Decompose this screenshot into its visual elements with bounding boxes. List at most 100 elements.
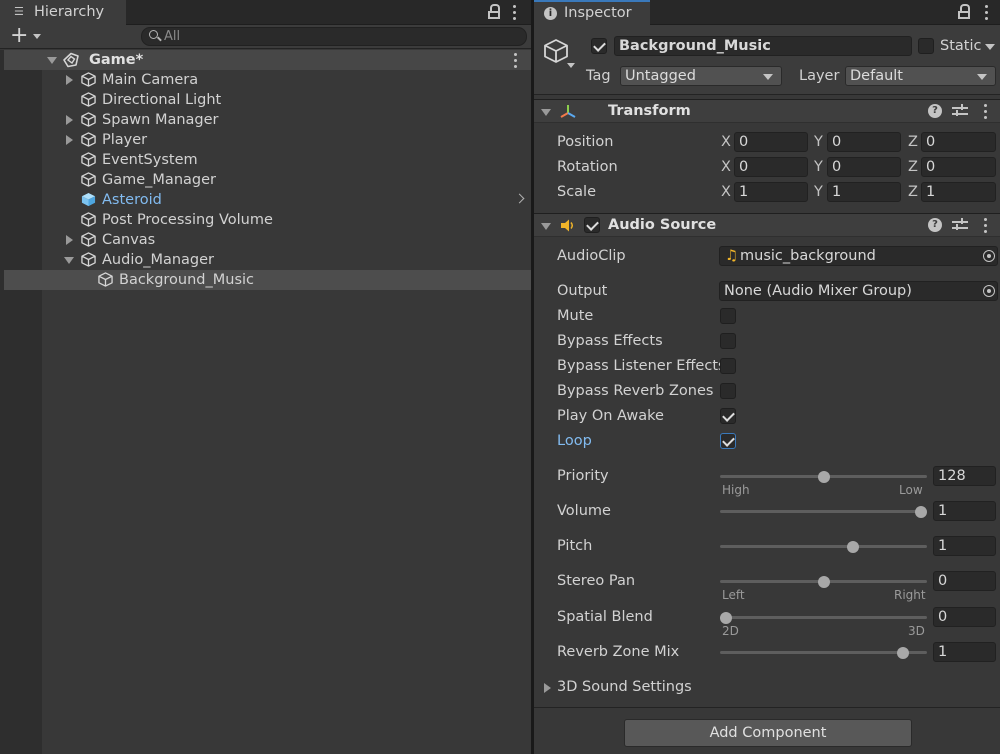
preset-sliders-icon[interactable] [952, 104, 968, 118]
transform-header[interactable]: Transform ? [534, 99, 1000, 123]
rotation-x-field[interactable]: 0 [734, 157, 808, 177]
spatial-blend-slider-track[interactable] [720, 616, 927, 619]
collapse-arrow-icon[interactable] [541, 109, 551, 116]
tab-hierarchy[interactable]: ☰ Hierarchy [0, 0, 126, 25]
output-label: Output [557, 283, 608, 299]
collapse-arrow-icon[interactable] [64, 257, 74, 264]
loop-checkbox[interactable] [720, 433, 736, 449]
chevron-down-icon[interactable] [567, 63, 575, 68]
expand-arrow-icon[interactable] [66, 115, 73, 125]
expand-arrow-icon[interactable] [66, 75, 73, 85]
pitch-value-field[interactable]: 1 [933, 536, 996, 556]
gameobject-cube-icon [81, 252, 96, 267]
scale-x-field[interactable]: 1 [734, 182, 808, 202]
spatial-blend-value-field[interactable]: 0 [933, 607, 996, 627]
hierarchy-item-main-camera[interactable]: Main Camera [4, 70, 531, 90]
hierarchy-menu-icon[interactable] [513, 4, 517, 20]
bypass-effects-checkbox[interactable] [720, 333, 736, 349]
scene-menu-icon[interactable] [514, 52, 518, 68]
create-button[interactable]: + [10, 25, 28, 47]
gameobject-name-field[interactable]: Background_Music [614, 36, 912, 56]
expand-arrow-icon[interactable] [544, 683, 551, 693]
object-picker-icon[interactable] [983, 285, 995, 297]
rotation-z-field[interactable]: 0 [921, 157, 996, 177]
preset-sliders-icon[interactable] [952, 218, 968, 232]
volume-slider-knob[interactable] [915, 506, 927, 518]
scale-y-field[interactable]: 1 [827, 182, 901, 202]
add-component-button[interactable]: Add Component [624, 719, 912, 747]
scene-row[interactable]: Game* [4, 50, 531, 70]
help-icon[interactable]: ? [928, 104, 942, 118]
component-menu-icon[interactable] [984, 217, 988, 233]
static-dropdown-icon[interactable] [985, 44, 995, 50]
position-label: Position [557, 134, 614, 150]
layer-dropdown[interactable]: Default [845, 66, 996, 86]
scale-z-field[interactable]: 1 [921, 182, 996, 202]
inspector-menu-icon[interactable] [985, 4, 989, 20]
hierarchy-item-player[interactable]: Player [4, 130, 531, 150]
audio-source-enabled-checkbox[interactable] [584, 217, 600, 233]
spatial-blend-min-label: 2D [722, 624, 739, 638]
reverb-zone-mix-slider-track[interactable] [720, 651, 927, 654]
position-z-field[interactable]: 0 [921, 132, 996, 152]
hierarchy-item-label: Canvas [102, 232, 156, 248]
gameobject-active-checkbox[interactable] [591, 38, 607, 54]
play-on-awake-checkbox[interactable] [720, 408, 736, 424]
position-y-field[interactable]: 0 [827, 132, 901, 152]
hierarchy-item-canvas[interactable]: Canvas [4, 230, 531, 250]
mute-checkbox[interactable] [720, 308, 736, 324]
layer-value: Default [850, 68, 903, 84]
bypass-listener-effects-label: Bypass Listener Effects [557, 358, 720, 374]
volume-value-field[interactable]: 1 [933, 501, 996, 521]
lock-icon[interactable] [488, 4, 500, 20]
output-field[interactable]: None (Audio Mixer Group) [719, 281, 998, 301]
hierarchy-item-label: Asteroid [102, 192, 162, 208]
priority-value-field[interactable]: 128 [933, 466, 996, 486]
chevron-right-icon[interactable] [514, 193, 525, 204]
collapse-arrow-icon[interactable] [47, 57, 57, 64]
search-input[interactable] [164, 28, 514, 45]
stereo-pan-slider-knob[interactable] [817, 576, 830, 588]
audio-source-header[interactable]: Audio Source ? [534, 213, 1000, 237]
hierarchy-item-game-manager[interactable]: Game_Manager [4, 170, 531, 190]
hierarchy-search[interactable] [141, 27, 527, 46]
audio-clip-field[interactable]: ♫ music_background [719, 246, 998, 266]
hierarchy-item-asteroid[interactable]: Asteroid [4, 190, 531, 210]
chevron-down-icon [763, 74, 773, 80]
hierarchy-item-directional-light[interactable]: Directional Light [4, 90, 531, 110]
component-menu-icon[interactable] [984, 103, 988, 119]
hierarchy-item-eventsystem[interactable]: EventSystem [4, 150, 531, 170]
tag-dropdown[interactable]: Untagged [620, 66, 782, 86]
tab-inspector[interactable]: i Inspector [534, 0, 650, 25]
chevron-down-icon[interactable] [33, 34, 41, 39]
gameobject-cube-icon [81, 212, 96, 227]
priority-slider-knob[interactable] [817, 471, 830, 483]
pitch-slider-track[interactable] [720, 545, 927, 548]
gameobject-cube-icon [81, 132, 96, 147]
help-icon[interactable]: ? [928, 218, 942, 232]
scene-name: Game* [89, 52, 144, 68]
loop-label: Loop [557, 433, 592, 449]
bypass-listener-effects-checkbox[interactable] [720, 358, 736, 374]
bypass-reverb-zones-checkbox[interactable] [720, 383, 736, 399]
object-picker-icon[interactable] [983, 250, 995, 262]
static-checkbox[interactable] [918, 38, 934, 54]
expand-arrow-icon[interactable] [66, 235, 73, 245]
pitch-slider-knob[interactable] [846, 541, 859, 553]
hierarchy-item-audio-manager[interactable]: Audio_Manager [4, 250, 531, 270]
spatial-blend-slider-knob[interactable] [720, 612, 732, 624]
reverb-zone-mix-value-field[interactable]: 1 [933, 642, 996, 662]
volume-slider-track[interactable] [720, 510, 927, 513]
rotation-y-field[interactable]: 0 [827, 157, 901, 177]
hierarchy-item-post-processing-volume[interactable]: Post Processing Volume [4, 210, 531, 230]
hierarchy-item-spawn-manager[interactable]: Spawn Manager [4, 110, 531, 130]
hierarchy-item-background-music[interactable]: Background_Music [4, 270, 531, 290]
collapse-arrow-icon[interactable] [541, 223, 551, 230]
axis-y-label: Y [814, 159, 823, 175]
reverb-zone-mix-slider-knob[interactable] [897, 647, 910, 659]
expand-arrow-icon[interactable] [66, 135, 73, 145]
lock-icon[interactable] [958, 4, 970, 20]
position-x-field[interactable]: 0 [734, 132, 808, 152]
gameobject-cube-icon[interactable] [542, 37, 570, 65]
stereo-pan-value-field[interactable]: 0 [933, 571, 996, 591]
